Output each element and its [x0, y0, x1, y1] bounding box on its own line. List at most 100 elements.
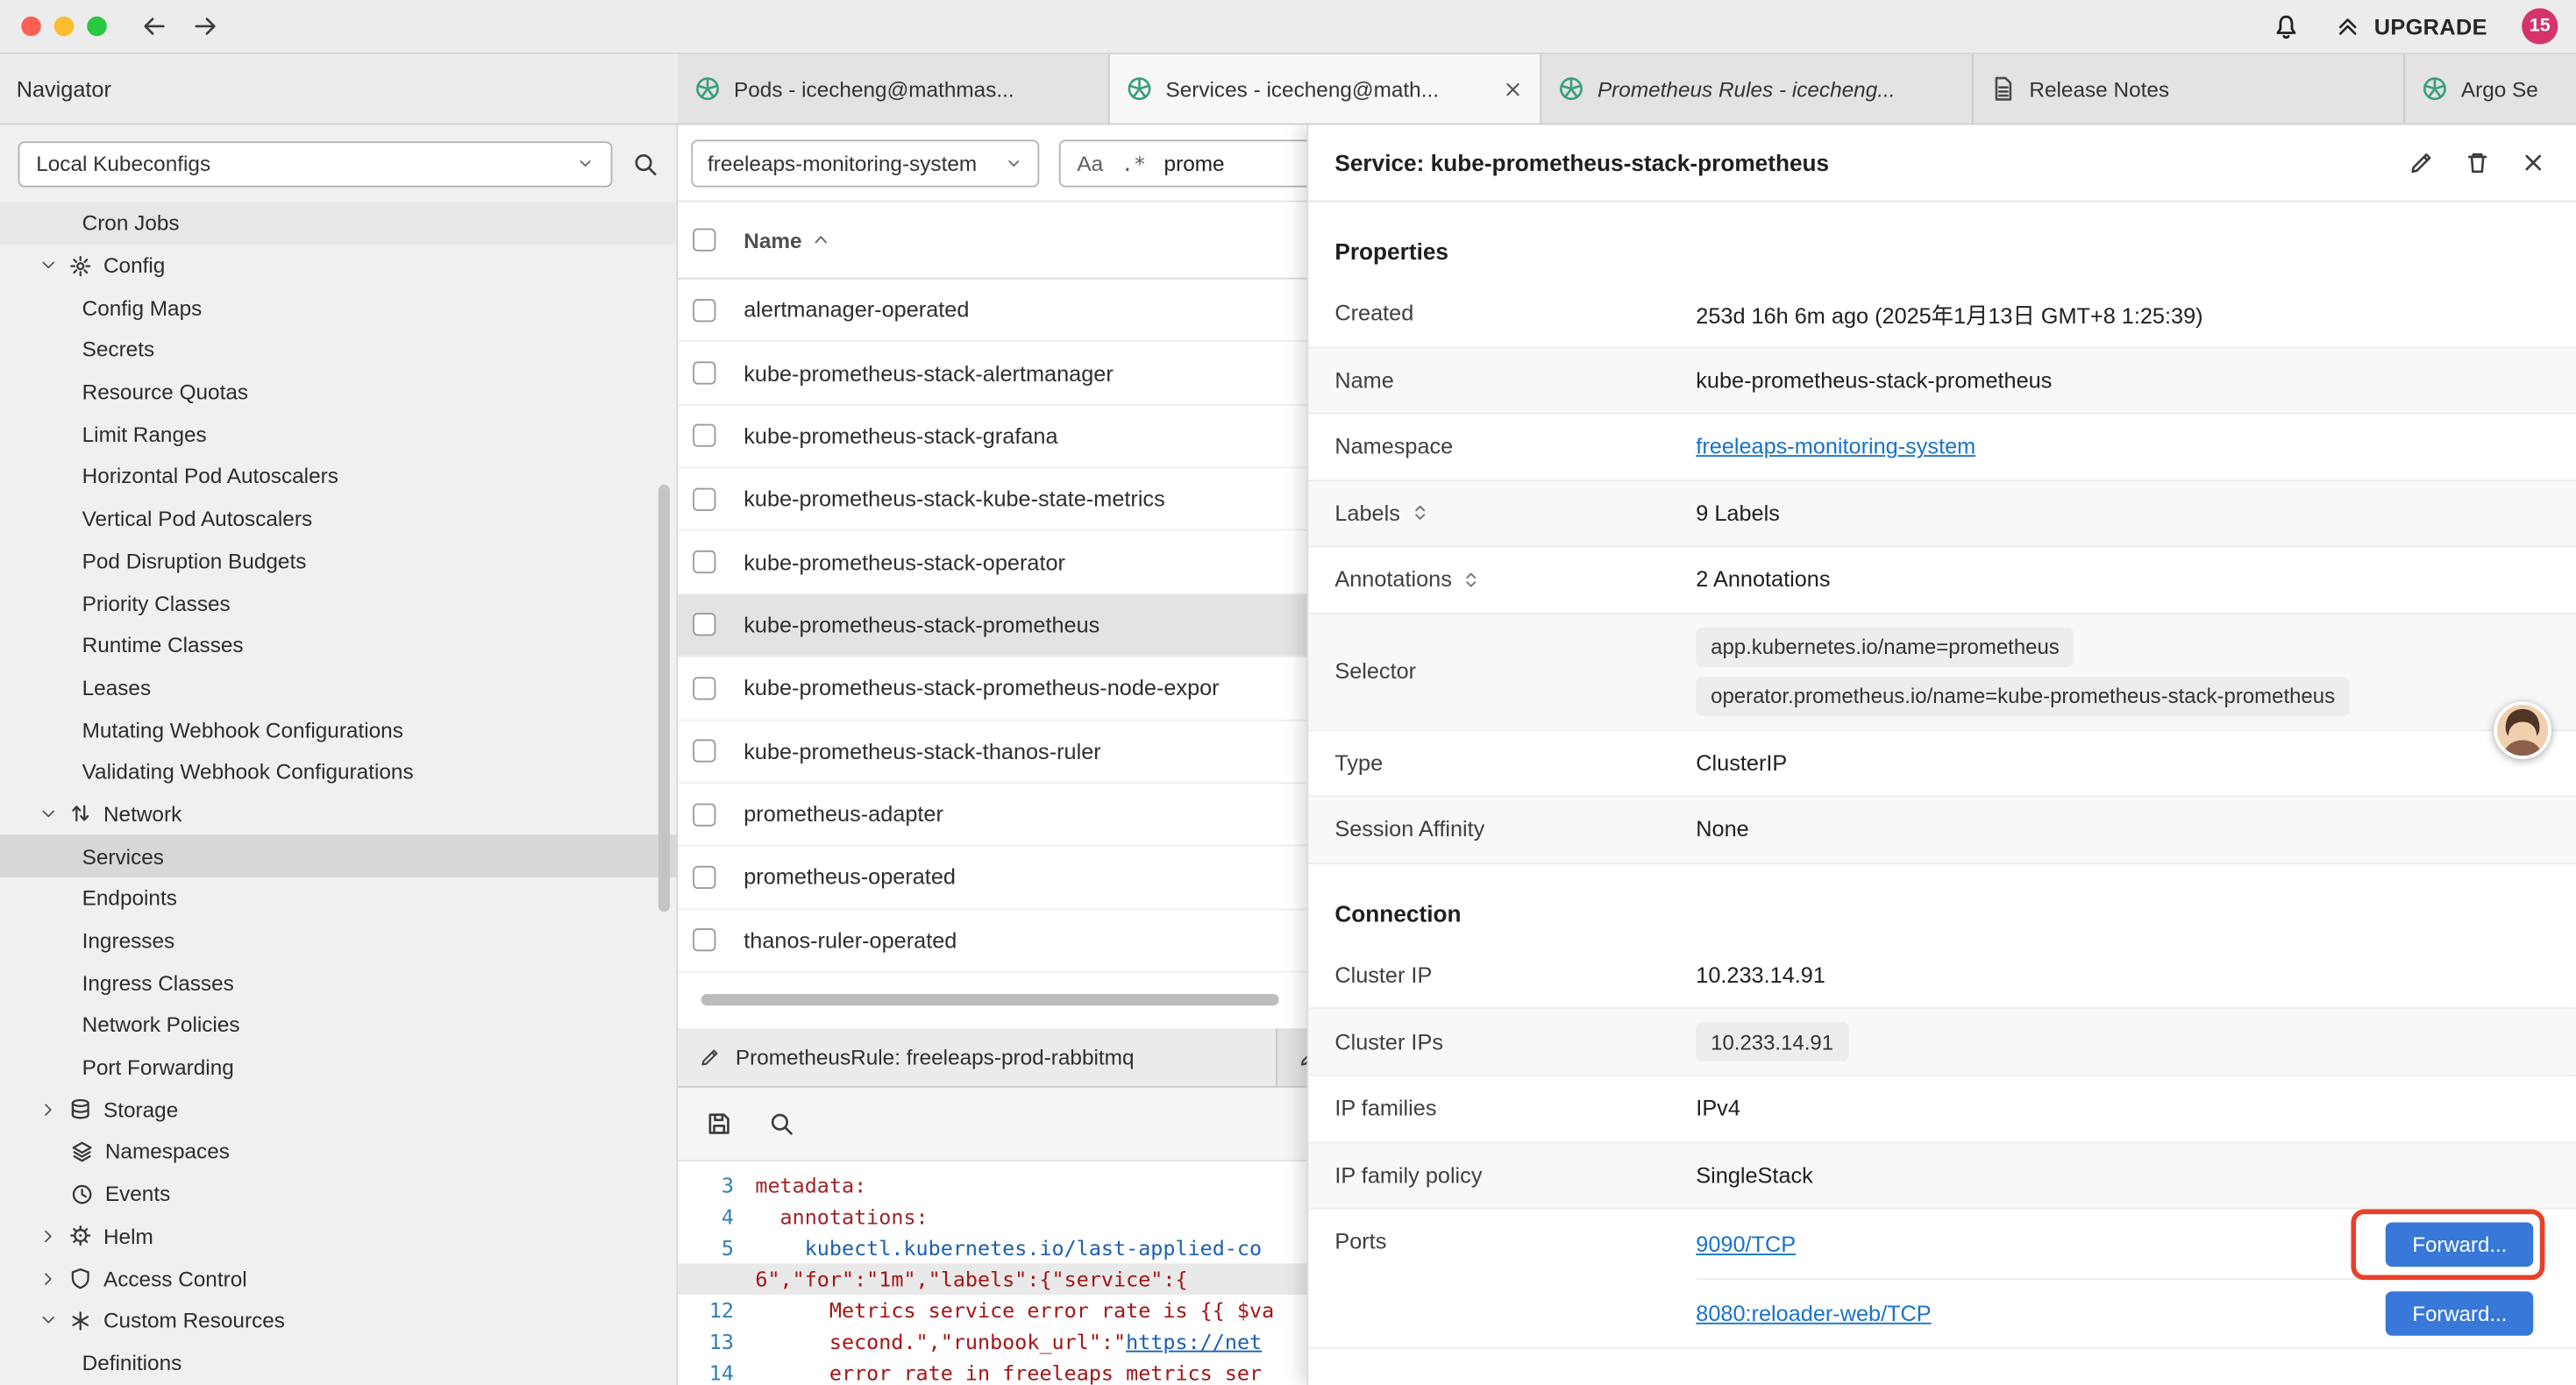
sidebar-item-storage[interactable]: Storage — [0, 1089, 676, 1131]
detail-value: IPv4 — [1696, 1097, 1740, 1121]
service-name: kube-prometheus-stack-grafana — [744, 423, 1057, 448]
row-checkbox[interactable] — [693, 299, 715, 322]
sidebar-item-label: Ingresses — [82, 928, 175, 953]
regex-toggle[interactable]: .* — [1121, 150, 1146, 174]
sidebar-item-helm[interactable]: Helm — [0, 1215, 676, 1257]
details-drawer: Service: kube-prometheus-stack-prometheu… — [1307, 124, 2576, 1385]
close-window-button[interactable] — [21, 17, 40, 36]
port-row: 8080:reloader-web/TCP Forward... — [1696, 1278, 2537, 1347]
sidebar-item-label: Limit Ranges — [82, 422, 207, 446]
detail-label: Cluster IPs — [1334, 1029, 1443, 1054]
row-checkbox[interactable] — [693, 803, 715, 826]
clock-icon — [71, 1183, 94, 1205]
row-checkbox[interactable] — [693, 740, 715, 763]
row-checkbox[interactable] — [693, 487, 715, 510]
sidebar-item-vertical-pod-autoscalers[interactable]: Vertical Pod Autoscalers — [0, 498, 676, 540]
sidebar-item-resource-quotas[interactable]: Resource Quotas — [0, 371, 676, 413]
line-number: 3 — [678, 1170, 755, 1202]
match-case-toggle[interactable]: Aa — [1077, 150, 1103, 174]
row-checkbox[interactable] — [693, 361, 715, 384]
row-checkbox[interactable] — [693, 677, 715, 700]
upgrade-button[interactable]: UPGRADE — [2335, 13, 2487, 39]
window-controls — [21, 17, 106, 36]
sidebar-item-ingresses[interactable]: Ingresses — [0, 920, 676, 962]
sidebar: Local Kubeconfigs Cron Jobs ConfigConfig … — [0, 124, 678, 1385]
sidebar-item-network[interactable]: Network — [0, 793, 676, 835]
sidebar-item-mutating-webhook-configurations[interactable]: Mutating Webhook Configurations — [0, 708, 676, 750]
sidebar-item-custom-resources[interactable]: Custom Resources — [0, 1299, 676, 1341]
user-avatar[interactable] — [2494, 701, 2551, 759]
sidebar-item-pod-disruption-budgets[interactable]: Pod Disruption Budgets — [0, 540, 676, 582]
tab-release-notes[interactable]: Release Notes — [1974, 54, 2405, 124]
code-token: 6","for":"1m","labels":{"service":{ — [755, 1267, 1187, 1291]
kubeconfig-selector[interactable]: Local Kubeconfigs — [18, 140, 613, 186]
minimize-window-button[interactable] — [54, 17, 74, 36]
zoom-window-button[interactable] — [87, 17, 106, 36]
port-link[interactable]: 8080:reloader-web/TCP — [1696, 1301, 1931, 1325]
forward-icon[interactable] — [192, 13, 218, 39]
sidebar-item-access-control[interactable]: Access Control — [0, 1257, 676, 1299]
sidebar-item-horizontal-pod-autoscalers[interactable]: Horizontal Pod Autoscalers — [0, 455, 676, 497]
sidebar-item-validating-webhook-configuration[interactable]: Validating Webhook Configurations — [0, 750, 676, 792]
delete-service-icon[interactable] — [2465, 150, 2491, 176]
editor-search-icon[interactable] — [768, 1111, 794, 1137]
port-link[interactable]: 9090/TCP — [1696, 1232, 1796, 1256]
line-number: 5 — [678, 1232, 755, 1264]
edit-icon — [700, 1047, 721, 1068]
row-checkbox[interactable] — [693, 614, 715, 636]
notification-count-badge[interactable]: 15 — [2522, 8, 2558, 44]
namespace-selector[interactable]: freeleaps-monitoring-system — [691, 138, 1039, 186]
sidebar-search-icon[interactable] — [632, 150, 658, 176]
sidebar-item-label: Cron Jobs — [82, 211, 180, 236]
row-checkbox[interactable] — [693, 866, 715, 889]
sidebar-item-label: Resource Quotas — [82, 380, 248, 404]
detail-row-ip-family-policy: IP family policySingleStack — [1308, 1143, 2576, 1210]
sidebar-scrollbar-thumb[interactable] — [658, 485, 670, 912]
sidebar-item-label: Services — [82, 844, 164, 869]
chevron-down-icon — [39, 256, 58, 274]
sidebar-item-port-forwarding[interactable]: Port Forwarding — [0, 1046, 676, 1088]
select-all-checkbox[interactable] — [693, 229, 715, 252]
tab-pods-icecheng-mathmas[interactable]: Pods - icecheng@mathmas... — [678, 54, 1109, 124]
sidebar-item-secrets[interactable]: Secrets — [0, 329, 676, 371]
sidebar-item-priority-classes[interactable]: Priority Classes — [0, 582, 676, 624]
database-icon — [69, 1098, 92, 1121]
sidebar-item-events[interactable]: Events — [0, 1173, 676, 1215]
sidebar-item-runtime-classes[interactable]: Runtime Classes — [0, 624, 676, 666]
horizontal-scrollbar-thumb[interactable] — [701, 994, 1279, 1005]
sidebar-item-leases[interactable]: Leases — [0, 666, 676, 708]
tab-argo-se[interactable]: Argo Se — [2405, 54, 2576, 124]
notifications-bell-icon[interactable] — [2273, 12, 2301, 40]
row-checkbox[interactable] — [693, 550, 715, 573]
sidebar-item-config-maps[interactable]: Config Maps — [0, 287, 676, 329]
detail-label: Created — [1334, 301, 1413, 325]
forward-button[interactable]: Forward... — [2386, 1291, 2533, 1336]
save-icon[interactable] — [706, 1111, 732, 1137]
sidebar-item-namespaces[interactable]: Namespaces — [0, 1131, 676, 1173]
edit-service-icon[interactable] — [2409, 150, 2435, 176]
sidebar-item-network-policies[interactable]: Network Policies — [0, 1004, 676, 1046]
tab-prometheus-rules-icecheng[interactable]: Prometheus Rules - icecheng... — [1541, 54, 1973, 124]
close-tab-icon[interactable] — [1502, 78, 1523, 99]
sidebar-item-config[interactable]: Config — [0, 245, 676, 287]
sidebar-item-definitions[interactable]: Definitions — [0, 1341, 676, 1383]
detail-label: Cluster IP — [1334, 962, 1432, 987]
close-drawer-icon[interactable] — [2520, 150, 2546, 176]
sidebar-item-ingress-classes[interactable]: Ingress Classes — [0, 962, 676, 1004]
forward-button[interactable]: Forward... — [2386, 1222, 2533, 1267]
value-badge: operator.prometheus.io/name=kube-prometh… — [1696, 676, 2350, 715]
sidebar-item-endpoints[interactable]: Endpoints — [0, 877, 676, 920]
row-checkbox[interactable] — [693, 928, 715, 951]
sidebar-item-limit-ranges[interactable]: Limit Ranges — [0, 413, 676, 455]
sidebar-item-cron-jobs[interactable]: Cron Jobs — [0, 202, 676, 245]
name-column-header[interactable]: Name — [744, 228, 801, 252]
drawer-actions — [2409, 150, 2546, 176]
namespace-link[interactable]: freeleaps-monitoring-system — [1696, 434, 1975, 458]
sidebar-item-services[interactable]: Services — [0, 835, 676, 877]
detail-row-cluster-ip: Cluster IP10.233.14.91 — [1308, 942, 2576, 1009]
dock-tab-prometheusrule[interactable]: PrometheusRule: freeleaps-prod-rabbitmq — [678, 1028, 1277, 1086]
row-checkbox[interactable] — [693, 424, 715, 447]
back-icon[interactable] — [141, 13, 167, 39]
tab-services-icecheng-math[interactable]: Services - icecheng@math... — [1110, 54, 1541, 124]
search-query[interactable]: prome — [1164, 150, 1225, 174]
